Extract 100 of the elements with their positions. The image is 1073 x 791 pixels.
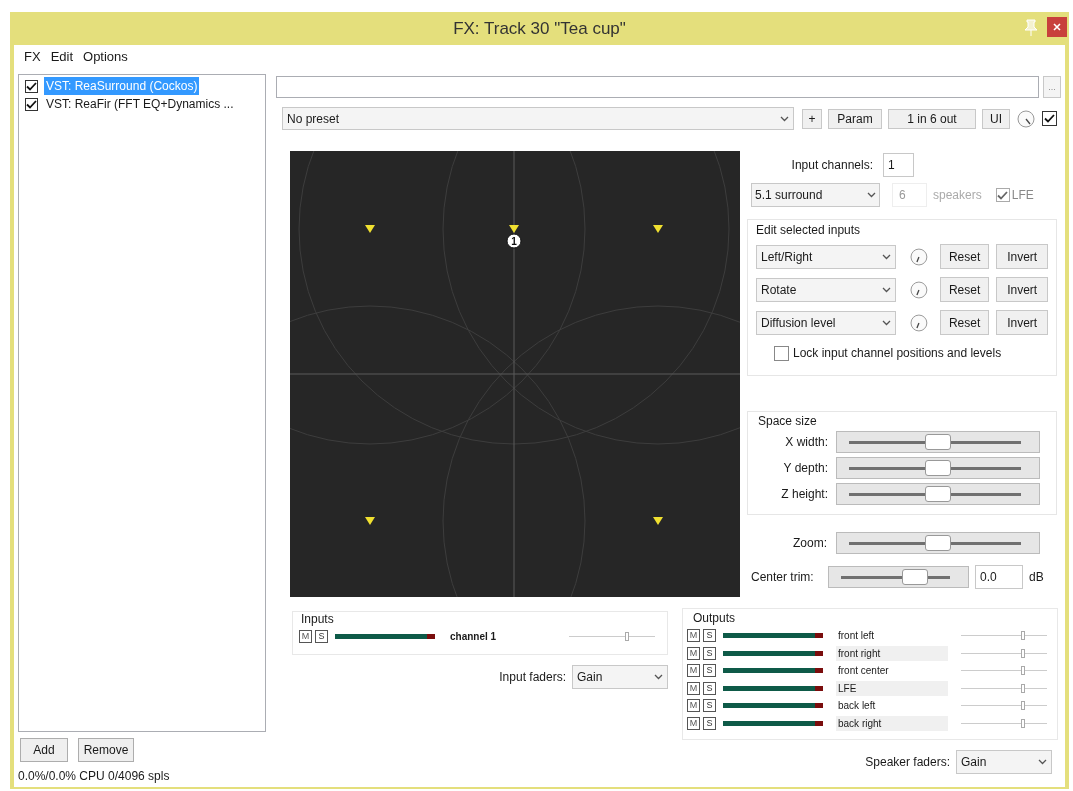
close-button[interactable] bbox=[1047, 17, 1067, 37]
slider-thumb[interactable] bbox=[925, 486, 951, 502]
input-marker[interactable]: 1 bbox=[506, 233, 522, 249]
solo-button[interactable]: S bbox=[703, 629, 716, 643]
menu-item[interactable]: Edit bbox=[46, 47, 78, 67]
input-channels-label: Input channels: bbox=[790, 157, 873, 174]
reset-button[interactable]: Reset bbox=[939, 277, 990, 302]
lock-checkbox[interactable] bbox=[774, 345, 789, 361]
fader-track[interactable] bbox=[961, 666, 1047, 676]
fx-name-field[interactable] bbox=[276, 76, 1039, 98]
fader-thumb[interactable] bbox=[1020, 718, 1025, 728]
window-title: FX: Track 30 "Tea cup" bbox=[453, 17, 626, 40]
invert-button[interactable]: Invert bbox=[996, 277, 1048, 302]
group-title: Outputs bbox=[693, 610, 737, 627]
speaker-marker-icon[interactable] bbox=[365, 517, 375, 525]
param-button[interactable]: Param bbox=[828, 108, 882, 129]
fx-item[interactable]: VST: ReaFir (FFT EQ+Dynamics ... bbox=[44, 95, 236, 113]
add-button[interactable]: Add bbox=[20, 738, 68, 762]
slider-track[interactable] bbox=[836, 483, 1040, 505]
slider-label: Z height: bbox=[780, 486, 828, 503]
center-trim-field[interactable]: 0.0 bbox=[975, 565, 1023, 589]
fader-thumb[interactable] bbox=[1020, 701, 1025, 711]
invert-button[interactable]: Invert bbox=[996, 244, 1048, 269]
wet-knob-icon[interactable] bbox=[1016, 108, 1036, 129]
knob-icon[interactable] bbox=[908, 312, 929, 333]
speakers-label: speakers bbox=[933, 187, 982, 204]
speaker-marker-icon[interactable] bbox=[653, 517, 663, 525]
routing-button[interactable]: 1 in 6 out bbox=[888, 108, 976, 129]
solo-button[interactable]: S bbox=[703, 646, 716, 660]
add-preset-button[interactable]: + bbox=[802, 108, 822, 129]
zoom-label: Zoom: bbox=[792, 535, 827, 552]
fader-thumb[interactable] bbox=[1020, 683, 1025, 693]
solo-button[interactable]: S bbox=[703, 664, 716, 678]
remove-button[interactable]: Remove bbox=[78, 738, 134, 762]
reset-button[interactable]: Reset bbox=[939, 244, 990, 269]
channel-name: front right bbox=[836, 645, 948, 661]
slider-track[interactable] bbox=[836, 532, 1040, 554]
fx-checkbox[interactable] bbox=[25, 97, 38, 111]
fader-track[interactable] bbox=[961, 718, 1047, 728]
solo-button[interactable]: S bbox=[315, 630, 328, 644]
mode-dropdown[interactable]: Diffusion level bbox=[756, 310, 896, 335]
slider-track[interactable] bbox=[836, 457, 1040, 479]
channel-name: back right bbox=[836, 715, 948, 731]
slider-label: X width: bbox=[784, 434, 828, 451]
fader-thumb[interactable] bbox=[1020, 631, 1025, 641]
invert-button[interactable]: Invert bbox=[996, 310, 1048, 335]
slider-thumb[interactable] bbox=[925, 535, 951, 551]
mute-button[interactable]: M bbox=[687, 629, 700, 643]
caret-icon bbox=[867, 192, 876, 198]
lfe-checkbox[interactable] bbox=[995, 188, 1010, 202]
channel-name: back left bbox=[837, 699, 877, 714]
slider-label: Y depth: bbox=[782, 460, 828, 477]
input-channels-field[interactable]: 1 bbox=[883, 153, 914, 177]
fader-thumb[interactable] bbox=[625, 632, 630, 642]
fader-track[interactable] bbox=[961, 701, 1047, 711]
mute-button[interactable]: M bbox=[687, 699, 700, 713]
mute-button[interactable]: M bbox=[687, 681, 700, 695]
fx-checkbox[interactable] bbox=[25, 79, 38, 93]
cpu-status: 0.0%/0.0% CPU 0/4096 spls bbox=[18, 768, 171, 785]
mode-dropdown[interactable]: Rotate bbox=[756, 277, 896, 302]
enable-checkbox[interactable] bbox=[1042, 111, 1057, 126]
slider-thumb[interactable] bbox=[925, 460, 951, 476]
knob-icon[interactable] bbox=[908, 279, 929, 300]
center-trim-label: Center trim: bbox=[751, 569, 815, 586]
speaker-marker-icon[interactable] bbox=[653, 225, 663, 233]
solo-button[interactable]: S bbox=[703, 681, 716, 695]
preset-dropdown[interactable]: No preset bbox=[282, 107, 794, 130]
caret-icon bbox=[654, 674, 663, 680]
menu-item[interactable]: Options bbox=[79, 47, 132, 67]
channel-name: channel 1 bbox=[449, 630, 498, 645]
fader-track[interactable] bbox=[569, 632, 655, 642]
mute-button[interactable]: M bbox=[687, 646, 700, 660]
mode-dropdown[interactable]: Left/Right bbox=[756, 244, 896, 269]
menu-item[interactable]: FX bbox=[20, 47, 45, 67]
solo-button[interactable]: S bbox=[703, 716, 716, 730]
slider-thumb[interactable] bbox=[925, 434, 951, 450]
fx-list[interactable]: VST: ReaSurround (Cockos) VST: ReaFir (FFT EQ+Dynamics ... bbox=[18, 74, 266, 732]
fader-thumb[interactable] bbox=[1020, 666, 1025, 676]
input-faders-dropdown[interactable]: Gain bbox=[572, 665, 668, 689]
mute-button[interactable]: M bbox=[687, 664, 700, 678]
surround-panner[interactable]: 1 bbox=[290, 151, 740, 597]
knob-icon[interactable] bbox=[908, 246, 929, 267]
solo-button[interactable]: S bbox=[703, 699, 716, 713]
lock-label: Lock input channel positions and levels bbox=[793, 345, 1002, 362]
fader-track[interactable] bbox=[961, 648, 1047, 658]
speaker-faders-dropdown[interactable]: Gain bbox=[956, 750, 1052, 774]
slider-track[interactable] bbox=[836, 431, 1040, 453]
fader-track[interactable] bbox=[961, 631, 1047, 641]
mute-button[interactable]: M bbox=[687, 716, 700, 730]
group-title: Inputs bbox=[301, 611, 335, 628]
speaker-marker-icon[interactable] bbox=[365, 225, 375, 233]
slider-thumb[interactable] bbox=[902, 569, 929, 585]
ui-button[interactable]: UI bbox=[982, 108, 1010, 129]
unit-label: dB bbox=[1029, 569, 1044, 586]
slider-track[interactable] bbox=[828, 566, 969, 588]
fader-track[interactable] bbox=[961, 683, 1047, 693]
speaker-layout-dropdown[interactable]: 5.1 surround bbox=[751, 183, 880, 207]
mute-button[interactable]: M bbox=[299, 630, 312, 644]
fader-thumb[interactable] bbox=[1020, 648, 1025, 658]
reset-button[interactable]: Reset bbox=[939, 310, 990, 335]
